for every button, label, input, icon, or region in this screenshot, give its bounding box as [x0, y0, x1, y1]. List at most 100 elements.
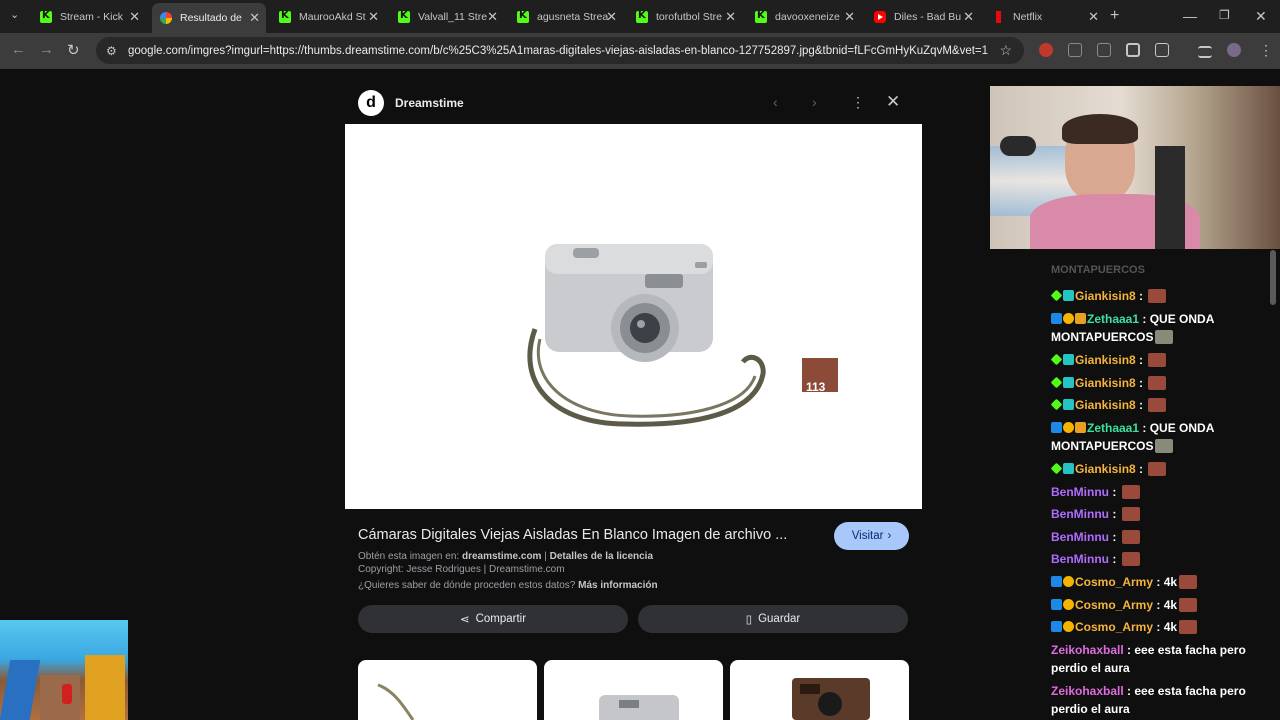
chat-badge-green-icon: [1050, 462, 1063, 475]
chat-username[interactable]: Giankisin8: [1075, 398, 1136, 412]
chat-message: Giankisin8 :: [1050, 460, 1266, 478]
previous-image-icon[interactable]: ‹: [773, 94, 778, 110]
chat-message: BenMinnu :: [1051, 550, 1266, 568]
license-details-link[interactable]: Detalles de la licencia: [550, 551, 653, 562]
chat-username[interactable]: Giankisin8: [1075, 289, 1136, 303]
tab-7[interactable]: davooxeneize ✕: [747, 4, 861, 30]
back-icon[interactable]: ←: [11, 41, 26, 58]
next-image-icon[interactable]: ›: [812, 94, 817, 110]
chat-separator: :: [1153, 598, 1164, 612]
chat-username[interactable]: BenMinnu: [1051, 552, 1109, 566]
chat-scrollbar[interactable]: [1270, 250, 1276, 305]
adblock-icon[interactable]: [1039, 43, 1053, 57]
source-name[interactable]: Dreamstime: [395, 96, 464, 110]
tab-title: Resultado de: [180, 12, 242, 24]
chat-badge-blue-icon: [1051, 576, 1062, 587]
close-tab-icon[interactable]: ✕: [249, 10, 260, 26]
tab-title: Stream - Kick: [60, 11, 124, 23]
emote-overlay-number: 113: [806, 380, 826, 394]
url-text[interactable]: google.com/imgres?imgurl=https://thumbs.…: [128, 45, 988, 57]
chat-badge-green-icon: [1050, 376, 1063, 389]
chat-separator: :: [1153, 575, 1164, 589]
forward-icon[interactable]: →: [39, 41, 54, 58]
chat-separator: :: [1109, 530, 1120, 544]
bookmark-star-icon[interactable]: ☆: [999, 42, 1012, 59]
close-tab-icon[interactable]: ✕: [129, 9, 140, 25]
chat-username[interactable]: Giankisin8: [1075, 376, 1136, 390]
chat-message: Giankisin8 :: [1050, 351, 1266, 369]
obtain-site-link[interactable]: dreamstime.com: [462, 551, 541, 562]
reload-icon[interactable]: ↻: [67, 41, 80, 59]
tab-2[interactable]: Resultado de ✕: [152, 3, 266, 33]
visit-button[interactable]: Visitar ›: [834, 522, 909, 550]
profile-avatar[interactable]: [1227, 43, 1241, 57]
preview-image[interactable]: 113: [345, 124, 922, 509]
kick-icon: [279, 10, 291, 23]
more-info-link[interactable]: Más información: [578, 580, 657, 591]
tab-3[interactable]: MaurooAkd St✕: [271, 4, 385, 30]
new-tab-plus-icon[interactable]: +: [1110, 7, 1119, 25]
tab-6[interactable]: torofutbol Stre✕: [628, 4, 742, 30]
share-button[interactable]: ⋖ Compartir: [358, 605, 628, 633]
chat-username[interactable]: Zeikohaxball: [1051, 684, 1124, 698]
chat-username[interactable]: Zeikohaxball: [1051, 643, 1124, 657]
chat-username[interactable]: Cosmo_Army: [1075, 620, 1153, 634]
chat-emote: [1155, 439, 1174, 453]
related-image-1[interactable]: [358, 660, 537, 720]
close-tab-icon[interactable]: ✕: [725, 9, 736, 25]
more-options-icon[interactable]: ⋮: [851, 94, 865, 111]
related-image-2[interactable]: [544, 660, 723, 720]
close-tab-icon[interactable]: ✕: [963, 9, 974, 25]
webcam-person-hair: [1062, 114, 1138, 144]
chat-username[interactable]: BenMinnu: [1051, 507, 1109, 521]
chat-badge-gold-icon: [1063, 313, 1074, 324]
tab-8[interactable]: Diles - Bad Bu ✕: [866, 4, 980, 30]
result-title[interactable]: Cámaras Digitales Viejas Aisladas En Bla…: [358, 527, 787, 543]
tab-9[interactable]: Netflix ✕: [985, 4, 1105, 30]
close-tab-icon[interactable]: ✕: [1088, 9, 1099, 25]
close-tab-icon[interactable]: ✕: [844, 9, 855, 25]
chat-username[interactable]: Giankisin8: [1075, 462, 1136, 476]
chat-username[interactable]: Cosmo_Army: [1075, 575, 1153, 589]
minimize-icon[interactable]: —: [1183, 8, 1197, 24]
chat-username[interactable]: BenMinnu: [1051, 530, 1109, 544]
chat-separator: :: [1135, 398, 1147, 412]
close-tab-icon[interactable]: ✕: [487, 9, 498, 25]
tab-search-chevron-icon[interactable]: ⌄: [10, 8, 19, 21]
vintage-camera-thumbnail: [792, 678, 870, 720]
tab-5[interactable]: agusneta Strea✕: [509, 4, 623, 30]
chat-badge-green-icon: [1050, 353, 1063, 366]
extension-script-icon[interactable]: [1097, 43, 1111, 57]
chat-badge-gold-icon: [1063, 621, 1074, 632]
chat-badge-blue-icon: [1051, 313, 1062, 324]
site-info-icon[interactable]: ⚙: [106, 44, 120, 58]
tab-title: Netflix: [1013, 11, 1043, 23]
related-image-3[interactable]: [730, 660, 909, 720]
source-logo[interactable]: d: [358, 90, 384, 116]
game-track: [40, 675, 80, 720]
chat-username[interactable]: Zethaaa1: [1087, 312, 1139, 326]
media-control-icon[interactable]: [1198, 46, 1212, 58]
chat-separator: :: [1135, 462, 1147, 476]
chat-username[interactable]: Cosmo_Army: [1075, 598, 1153, 612]
license-separator: |: [544, 551, 547, 562]
close-viewer-icon[interactable]: ✕: [886, 92, 900, 112]
chat-username[interactable]: Zethaaa1: [1087, 421, 1139, 435]
chat-username[interactable]: BenMinnu: [1051, 485, 1109, 499]
browser-menu-icon[interactable]: ⋮: [1259, 42, 1273, 59]
close-window-icon[interactable]: ✕: [1255, 8, 1267, 25]
restore-icon[interactable]: ❐: [1219, 8, 1230, 22]
address-bar[interactable]: ⚙ google.com/imgres?imgurl=https://thumb…: [96, 37, 1024, 64]
chat-separator: :: [1135, 353, 1147, 367]
close-tab-icon[interactable]: ✕: [368, 9, 379, 25]
extension-box-icon[interactable]: [1068, 43, 1082, 57]
close-tab-icon[interactable]: ✕: [606, 9, 617, 25]
extensions-puzzle-icon[interactable]: [1155, 43, 1169, 57]
tab-4[interactable]: Valvall_11 Stre✕: [390, 4, 504, 30]
chat-message: Giankisin8 :: [1050, 374, 1266, 392]
extension-capture-icon[interactable]: [1126, 43, 1140, 57]
save-button[interactable]: ▯ Guardar: [638, 605, 908, 633]
tab-title: davooxeneize: [775, 11, 840, 23]
chat-username[interactable]: Giankisin8: [1075, 353, 1136, 367]
tab-1[interactable]: Stream - Kick ✕: [32, 4, 146, 30]
